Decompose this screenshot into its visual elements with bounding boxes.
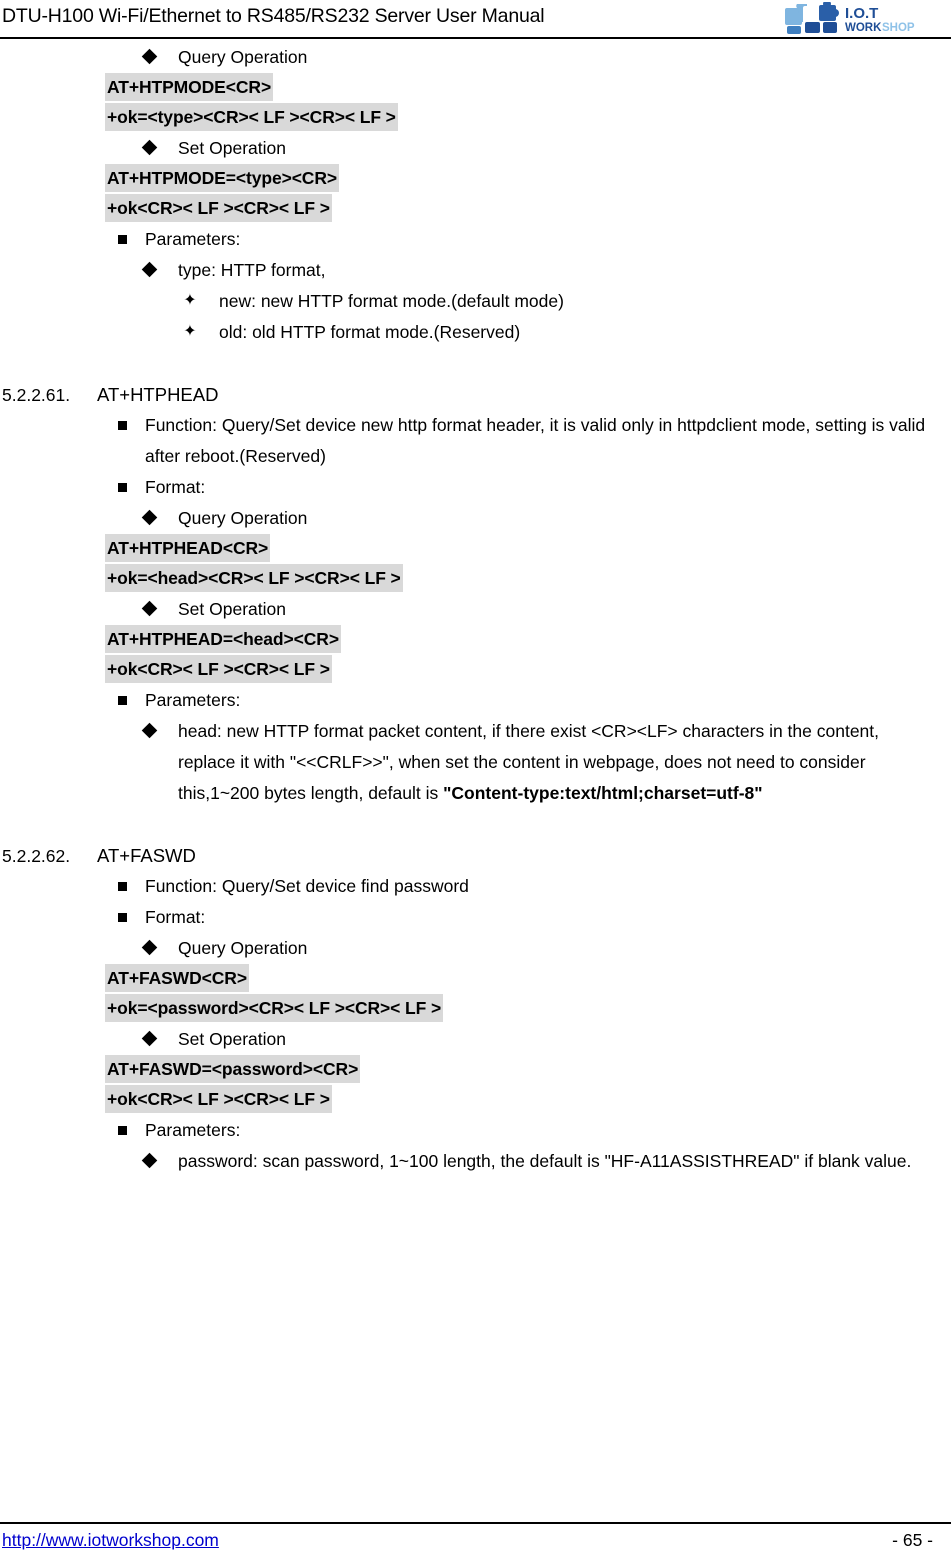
filled-square-bullet-icon (118, 235, 127, 244)
section-number: 5.2.2.61. (2, 385, 71, 405)
list-item: Set Operation (0, 594, 951, 625)
filled-square-bullet-icon (118, 421, 127, 430)
command-line: AT+HTPHEAD=<head><CR> (0, 625, 951, 655)
filled-square-bullet-icon (118, 696, 127, 705)
option-new-text: new: new HTTP format mode.(default mode) (219, 291, 564, 311)
htpmode-set-response: +ok<CR>< LF ><CR>< LF > (105, 194, 332, 222)
filled-diamond-bullet-icon (141, 139, 158, 156)
parameters-label: Parameters: (145, 229, 241, 249)
command-line: AT+HTPMODE<CR> (0, 73, 951, 103)
htpmode-set-command: AT+HTPMODE=<type><CR> (105, 164, 340, 192)
page-footer: http://www.iotworkshop.com - 65 - (0, 1504, 951, 1562)
option-old-text: old: old HTTP format mode.(Reserved) (219, 322, 521, 342)
section-number: 5.2.2.62. (2, 846, 71, 866)
faswd-set-command: AT+FASWD=<password><CR> (105, 1055, 361, 1083)
list-item: Function: Query/Set device new http form… (0, 410, 951, 472)
list-item: Format: (0, 902, 951, 933)
command-line: AT+HTPMODE=<type><CR> (0, 164, 951, 194)
filled-square-bullet-icon (118, 483, 127, 492)
hollow-diamond-bullet-icon: ✦ (183, 323, 197, 340)
section-heading-htphead: 5.2.2.61. AT+HTPHEAD (0, 366, 951, 410)
list-item: Query Operation (0, 933, 951, 964)
filled-diamond-bullet-icon (141, 939, 158, 956)
query-operation-label: Query Operation (178, 47, 308, 67)
iot-workshop-logo: I.O.T WORK SHOP (783, 2, 943, 36)
htpmode-query-command: AT+HTPMODE<CR> (105, 73, 274, 101)
header-title: DTU-H100 Wi-Fi/Ethernet to RS485/RS232 S… (2, 5, 545, 27)
list-item: Set Operation (0, 1024, 951, 1055)
command-line: +ok<CR>< LF ><CR>< LF > (0, 1085, 951, 1115)
list-item: Parameters: (0, 685, 951, 716)
command-line: AT+HTPHEAD<CR> (0, 534, 951, 564)
filled-diamond-bullet-icon (141, 48, 158, 65)
htphead-query-response: +ok=<head><CR>< LF ><CR>< LF > (105, 564, 403, 592)
query-operation-label: Query Operation (178, 508, 308, 528)
format-label: Format: (145, 907, 206, 927)
footer-website-link[interactable]: http://www.iotworkshop.com (2, 1530, 219, 1551)
logo-secondary-dark-text: WORK (845, 22, 882, 34)
list-item: head: new HTTP format packet content, if… (0, 716, 951, 809)
filled-square-bullet-icon (118, 882, 127, 891)
format-label: Format: (145, 477, 206, 497)
filled-diamond-bullet-icon (141, 722, 158, 739)
htpmode-query-response: +ok=<type><CR>< LF ><CR>< LF > (105, 103, 398, 131)
list-item: password: scan password, 1~100 length, t… (0, 1146, 951, 1177)
footer-divider (0, 1522, 951, 1524)
command-line: AT+FASWD=<password><CR> (0, 1055, 951, 1085)
param-password-text: password: scan password, 1~100 length, t… (178, 1151, 912, 1171)
list-item: ✦ new: new HTTP format mode.(default mod… (0, 286, 951, 317)
list-item: Function: Query/Set device find password (0, 871, 951, 902)
command-line: +ok<CR>< LF ><CR>< LF > (0, 194, 951, 224)
command-line: +ok<CR>< LF ><CR>< LF > (0, 655, 951, 685)
list-item: Format: (0, 472, 951, 503)
filled-diamond-bullet-icon (141, 261, 158, 278)
page-number: - 65 - (892, 1530, 933, 1550)
hollow-diamond-bullet-icon: ✦ (183, 292, 197, 309)
function-description: Function: Query/Set device new http form… (145, 415, 926, 466)
logo-primary-text: I.O.T (845, 5, 878, 22)
filled-square-bullet-icon (118, 913, 127, 922)
faswd-query-command: AT+FASWD<CR> (105, 964, 249, 992)
parameters-label: Parameters: (145, 1120, 241, 1140)
param-type-text: type: HTTP format, (178, 260, 326, 280)
list-item: ✦ old: old HTTP format mode.(Reserved) (0, 317, 951, 348)
puzzle-piece-icon (785, 2, 839, 34)
command-line: +ok=<head><CR>< LF ><CR>< LF > (0, 564, 951, 594)
filled-diamond-bullet-icon (141, 509, 158, 526)
page-header: DTU-H100 Wi-Fi/Ethernet to RS485/RS232 S… (0, 0, 951, 42)
list-item: Query Operation (0, 503, 951, 534)
list-item: Query Operation (0, 42, 951, 73)
command-line: +ok=<password><CR>< LF ><CR>< LF > (0, 994, 951, 1024)
command-line: AT+FASWD<CR> (0, 964, 951, 994)
filled-diamond-bullet-icon (141, 600, 158, 617)
filled-square-bullet-icon (118, 1126, 127, 1135)
list-item: Set Operation (0, 133, 951, 164)
htphead-set-response: +ok<CR>< LF ><CR>< LF > (105, 655, 332, 683)
header-divider (0, 37, 951, 39)
logo-secondary-light-text: SHOP (882, 22, 915, 34)
list-item: type: HTTP format, (0, 255, 951, 286)
list-item: Parameters: (0, 1115, 951, 1146)
htphead-set-command: AT+HTPHEAD=<head><CR> (105, 625, 341, 653)
filled-diamond-bullet-icon (141, 1152, 158, 1169)
section-heading-faswd: 5.2.2.62. AT+FASWD (0, 827, 951, 871)
param-head-default-value: "Content-type:text/html;charset=utf-8" (443, 783, 763, 803)
document-content: Query Operation AT+HTPMODE<CR> +ok=<type… (0, 42, 951, 1177)
list-item: Parameters: (0, 224, 951, 255)
set-operation-label: Set Operation (178, 599, 286, 619)
set-operation-label: Set Operation (178, 1029, 286, 1049)
faswd-set-response: +ok<CR>< LF ><CR>< LF > (105, 1085, 332, 1113)
section-title: AT+FASWD (97, 845, 196, 866)
parameters-label: Parameters: (145, 690, 241, 710)
command-line: +ok=<type><CR>< LF ><CR>< LF > (0, 103, 951, 133)
section-title: AT+HTPHEAD (97, 384, 219, 405)
query-operation-label: Query Operation (178, 938, 308, 958)
faswd-query-response: +ok=<password><CR>< LF ><CR>< LF > (105, 994, 444, 1022)
htphead-query-command: AT+HTPHEAD<CR> (105, 534, 271, 562)
filled-diamond-bullet-icon (141, 1030, 158, 1047)
set-operation-label: Set Operation (178, 138, 286, 158)
function-description: Function: Query/Set device find password (145, 876, 469, 896)
